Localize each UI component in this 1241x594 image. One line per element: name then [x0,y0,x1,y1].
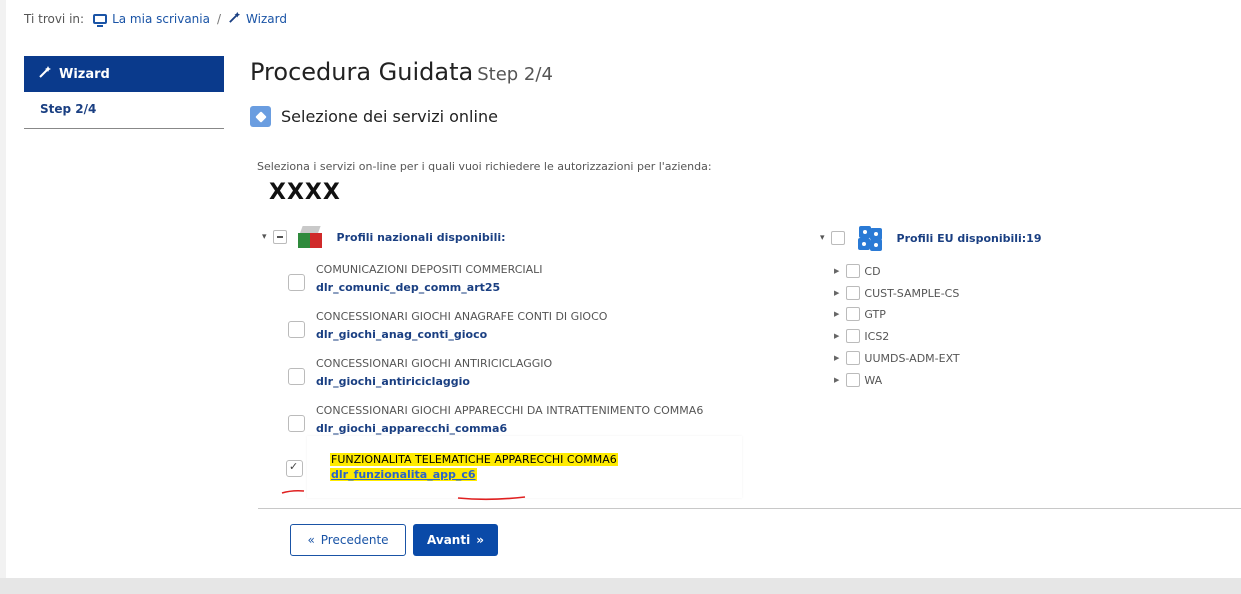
page-title: Procedura Guidata Step 2/4 [250,58,553,86]
collapse-toggle-icon[interactable]: ▾ [262,232,267,242]
sidebar-item-step[interactable]: Step 2/4 [24,98,224,129]
service-item: CONCESSIONARI GIOCHI APPARECCHI DA INTRA… [288,404,703,435]
eu-profile-label: CUST-SAMPLE-CS [864,286,960,300]
eu-profile-checkbox[interactable] [846,286,861,300]
service-name: CONCESSIONARI GIOCHI ANTIRICICLAGGIO [316,357,553,370]
eu-profile-checkbox[interactable] [846,373,861,387]
eu-profile-checkbox[interactable] [846,264,861,278]
eu-profiles-group: ▾ Profili EU disponibili:19 [820,225,1042,251]
eu-profile-item: ▶ ICS2 [834,329,889,343]
previous-button-label: Precedente [320,533,389,547]
eu-profile-label: UUMDS-ADM-EXT [864,351,960,365]
national-profiles-group: ▾ Profili nazionali disponibili: [262,225,506,249]
red-annotation-mark [281,489,526,501]
page-title-text: Procedura Guidata [250,58,474,86]
service-name: FUNZIONALITA TELEMATICHE APPARECCHI COMM… [330,453,618,466]
service-code[interactable]: dlr_funzionalita_app_c6 [330,468,477,481]
next-button-label: Avanti [427,533,471,547]
wizard-icon [38,65,52,83]
national-profiles-checkbox[interactable] [272,230,287,244]
previous-button[interactable]: « Precedente [290,524,406,556]
italy-cube-icon [297,225,323,249]
page: Ti trovi in: La mia scrivania / Wizard W… [0,0,1241,594]
expand-arrow-icon[interactable]: ▶ [834,310,839,318]
cube-icon [250,106,271,127]
service-checkbox[interactable] [288,415,305,432]
service-code: dlr_comunic_dep_comm_art25 [316,281,501,294]
double-chevron-left-icon: « [307,533,315,547]
eu-profile-item: ▶ CD [834,264,881,278]
service-name: COMUNICAZIONI DEPOSITI COMMERCIALI [316,263,543,276]
service-code: dlr_giochi_anag_conti_gioco [316,328,488,341]
eu-profile-label: GTP [864,307,886,321]
national-profiles-label: Profili nazionali disponibili: [336,230,506,244]
eu-dice-icon [857,225,883,251]
service-checkbox[interactable] [288,368,305,385]
eu-profile-label: CD [864,264,881,278]
eu-profile-checkbox[interactable] [846,307,861,321]
expand-arrow-icon[interactable]: ▶ [834,354,839,362]
eu-profile-item: ▶ WA [834,373,882,387]
eu-profile-label: ICS2 [864,329,890,343]
breadcrumb-home-link[interactable]: La mia scrivania [112,12,210,26]
left-edge [0,0,6,594]
service-checkbox[interactable] [288,321,305,338]
expand-arrow-icon[interactable]: ▶ [834,267,839,275]
next-button[interactable]: Avanti » [413,524,498,556]
collapse-toggle-icon[interactable]: ▾ [820,233,825,243]
section-title-text: Selezione dei servizi online [281,107,498,126]
breadcrumb: Ti trovi in: La mia scrivania / Wizard [24,11,287,27]
wizard-icon [228,11,241,27]
eu-profile-checkbox[interactable] [846,351,861,365]
service-item: CONCESSIONARI GIOCHI ANAGRAFE CONTI DI G… [288,310,607,341]
expand-arrow-icon[interactable]: ▶ [834,332,839,340]
eu-profiles-label: Profili EU disponibili:19 [896,231,1042,245]
bottom-band [0,578,1241,594]
sidebar-header: Wizard [24,56,224,92]
expand-arrow-icon[interactable]: ▶ [834,376,839,384]
company-name: XXXX [210,180,400,210]
service-checkbox[interactable] [288,274,305,291]
eu-profile-item: ▶ UUMDS-ADM-EXT [834,351,960,365]
service-name: CONCESSIONARI GIOCHI APPARECCHI DA INTRA… [316,404,704,417]
service-code: dlr_giochi_apparecchi_comma6 [316,422,508,435]
eu-profile-item: ▶ GTP [834,307,886,321]
desktop-icon [93,14,108,27]
instructions-text: Seleziona i servizi on-line per i quali … [257,160,712,173]
breadcrumb-current: Wizard [246,12,287,26]
service-name: CONCESSIONARI GIOCHI ANAGRAFE CONTI DI G… [316,310,608,323]
double-chevron-right-icon: » [476,533,484,547]
service-code: dlr_giochi_antiriciclaggio [316,375,470,388]
service-item: CONCESSIONARI GIOCHI ANTIRICICLAGGIO dlr… [288,357,552,388]
eu-profile-checkbox[interactable] [846,329,861,343]
service-checkbox-checked[interactable] [286,460,303,477]
sidebar-header-label: Wizard [59,66,110,82]
eu-profile-label: WA [864,373,883,387]
expand-arrow-icon[interactable]: ▶ [834,289,839,297]
section-title: Selezione dei servizi online [250,106,498,127]
divider [258,508,1241,509]
service-item: COMUNICAZIONI DEPOSITI COMMERCIALI dlr_c… [288,263,543,294]
breadcrumb-prefix: Ti trovi in: [24,12,85,26]
breadcrumb-separator: / [216,12,222,26]
page-title-step: Step 2/4 [477,64,553,85]
eu-profiles-checkbox[interactable] [830,231,845,245]
eu-profile-item: ▶ CUST-SAMPLE-CS [834,286,959,300]
